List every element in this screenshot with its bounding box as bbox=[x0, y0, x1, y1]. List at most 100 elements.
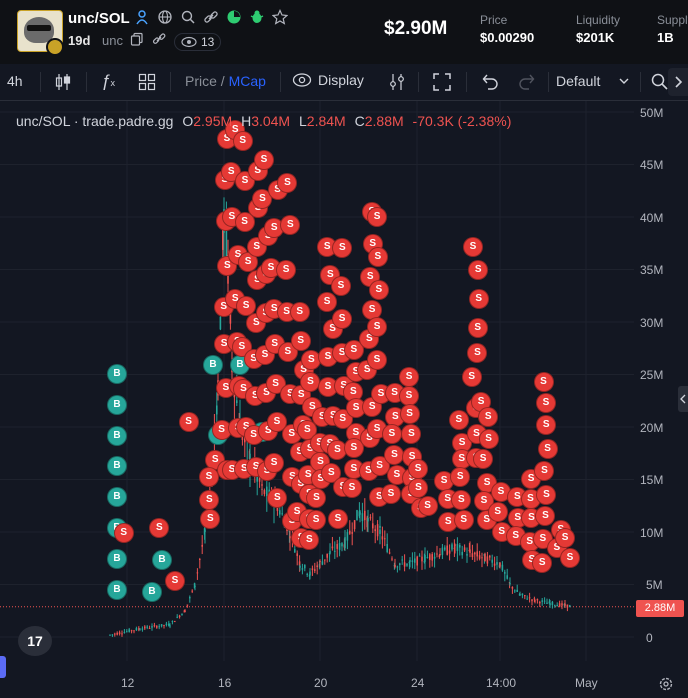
sell-trade-marker[interactable]: S bbox=[461, 366, 482, 387]
sell-trade-marker[interactable]: S bbox=[381, 483, 402, 504]
sell-trade-marker[interactable]: S bbox=[306, 509, 327, 530]
sell-trade-marker[interactable]: S bbox=[532, 552, 553, 573]
candle-body bbox=[524, 595, 526, 597]
y-tick-label: 20M bbox=[640, 421, 664, 435]
sell-trade-marker[interactable]: S bbox=[467, 318, 488, 339]
buy-trade-marker[interactable]: B bbox=[107, 426, 127, 446]
candle-body bbox=[386, 544, 388, 553]
sell-trade-marker[interactable]: S bbox=[555, 527, 576, 548]
copy-icon[interactable] bbox=[130, 32, 144, 51]
redo-icon[interactable] bbox=[518, 73, 536, 94]
candle-body bbox=[109, 634, 111, 636]
sell-trade-marker[interactable]: S bbox=[487, 502, 508, 522]
buy-trade-marker[interactable]: B bbox=[107, 580, 127, 600]
indicators-icon[interactable]: ƒx bbox=[101, 71, 115, 91]
candle-body bbox=[561, 603, 563, 606]
candle-body bbox=[123, 632, 126, 634]
sell-trade-marker[interactable]: S bbox=[299, 529, 320, 550]
buy-trade-marker[interactable]: B bbox=[142, 582, 162, 602]
sell-trade-marker[interactable]: S bbox=[559, 547, 580, 568]
sell-trade-marker[interactable]: S bbox=[468, 289, 489, 310]
sell-trade-marker[interactable]: S bbox=[417, 495, 438, 516]
buy-trade-marker[interactable]: B bbox=[107, 487, 127, 507]
sell-trade-marker[interactable]: S bbox=[290, 330, 311, 351]
buy-trade-marker[interactable]: B bbox=[107, 456, 127, 476]
search-icon[interactable] bbox=[650, 72, 668, 93]
sell-trade-marker[interactable]: S bbox=[533, 371, 554, 392]
sell-trade-marker[interactable]: S bbox=[200, 508, 221, 529]
candle-body bbox=[499, 562, 501, 567]
buy-trade-marker[interactable]: B bbox=[107, 395, 127, 415]
sell-trade-marker[interactable]: S bbox=[536, 414, 557, 435]
divider bbox=[466, 72, 467, 92]
stat-value: $0.00290 bbox=[480, 30, 535, 45]
buy-trade-marker[interactable]: B bbox=[152, 550, 172, 570]
candle-body bbox=[135, 628, 138, 631]
undo-icon[interactable] bbox=[481, 73, 499, 94]
settings-sliders-icon[interactable] bbox=[388, 72, 406, 95]
candle-body bbox=[309, 571, 311, 576]
candle-type-icon[interactable] bbox=[54, 72, 72, 95]
edit-badge-icon[interactable] bbox=[46, 38, 64, 56]
buy-trade-marker[interactable]: B bbox=[203, 355, 223, 375]
fullscreen-icon[interactable] bbox=[433, 73, 451, 94]
display-button[interactable]: Display bbox=[292, 72, 364, 88]
chart-icon[interactable] bbox=[226, 9, 242, 25]
sell-trade-marker[interactable]: S bbox=[280, 214, 301, 235]
price-chart[interactable] bbox=[0, 101, 688, 698]
candle-body bbox=[304, 564, 306, 569]
sell-trade-marker[interactable]: S bbox=[366, 349, 387, 370]
sell-trade-marker[interactable]: S bbox=[537, 439, 558, 460]
user-icon[interactable] bbox=[134, 9, 150, 25]
chevron-down-icon[interactable] bbox=[618, 74, 630, 90]
sell-trade-marker[interactable]: S bbox=[453, 509, 474, 530]
bug-icon[interactable] bbox=[249, 9, 265, 25]
sell-trade-marker[interactable]: S bbox=[448, 409, 469, 430]
search-icon[interactable] bbox=[180, 9, 196, 25]
candle-body bbox=[128, 629, 130, 632]
sell-trade-marker[interactable]: S bbox=[467, 342, 488, 363]
sell-trade-marker[interactable]: S bbox=[399, 366, 420, 387]
sell-trade-marker[interactable]: S bbox=[473, 448, 494, 469]
star-icon[interactable] bbox=[271, 9, 289, 25]
side-panel-toggle[interactable] bbox=[678, 386, 688, 412]
layout-dropdown[interactable]: Default bbox=[556, 73, 600, 89]
sell-trade-marker[interactable]: S bbox=[367, 316, 388, 337]
sell-trade-marker[interactable]: S bbox=[398, 385, 419, 406]
link-icon[interactable] bbox=[203, 9, 219, 25]
price-toggle-label[interactable]: Price bbox=[185, 73, 217, 89]
sell-trade-marker[interactable]: S bbox=[289, 302, 310, 323]
sell-trade-marker[interactable]: S bbox=[462, 236, 483, 257]
candle-body bbox=[130, 630, 133, 632]
tradingview-logo[interactable]: 17 bbox=[18, 626, 52, 656]
candle-body bbox=[174, 621, 176, 623]
candle-body bbox=[139, 629, 141, 631]
globe-icon[interactable] bbox=[157, 9, 173, 25]
candle-body bbox=[491, 559, 493, 563]
layout-grid-icon[interactable] bbox=[138, 73, 156, 94]
sell-trade-marker[interactable]: S bbox=[232, 130, 253, 151]
sell-trade-marker[interactable]: S bbox=[113, 522, 134, 543]
sell-trade-marker[interactable]: S bbox=[367, 247, 388, 268]
interval-selector[interactable]: 4h bbox=[7, 73, 23, 89]
sell-trade-marker[interactable]: S bbox=[199, 466, 219, 487]
sell-trade-marker[interactable]: S bbox=[381, 423, 402, 444]
candle-body bbox=[478, 555, 481, 559]
sell-trade-marker[interactable]: S bbox=[367, 207, 388, 228]
buy-trade-marker[interactable]: B bbox=[107, 549, 127, 569]
link-icon[interactable] bbox=[152, 32, 166, 51]
sell-trade-marker[interactable]: S bbox=[535, 392, 556, 413]
stat-label: Price bbox=[480, 13, 508, 27]
sell-trade-marker[interactable]: S bbox=[164, 570, 185, 591]
buy-trade-marker[interactable]: B bbox=[107, 364, 127, 384]
gear-icon[interactable] bbox=[658, 676, 674, 697]
price-mcap-toggle[interactable]: Price / MCap bbox=[185, 73, 266, 89]
sell-trade-marker[interactable]: S bbox=[341, 477, 362, 498]
sell-trade-marker[interactable]: S bbox=[178, 412, 199, 433]
toolbar-scroll-right-button[interactable] bbox=[668, 68, 688, 96]
mcap-toggle-label[interactable]: MCap bbox=[229, 73, 266, 89]
sell-trade-marker[interactable]: S bbox=[399, 404, 420, 425]
left-panel-tab[interactable] bbox=[0, 656, 6, 678]
candle-body bbox=[194, 585, 196, 587]
sell-trade-marker[interactable]: S bbox=[478, 428, 499, 449]
